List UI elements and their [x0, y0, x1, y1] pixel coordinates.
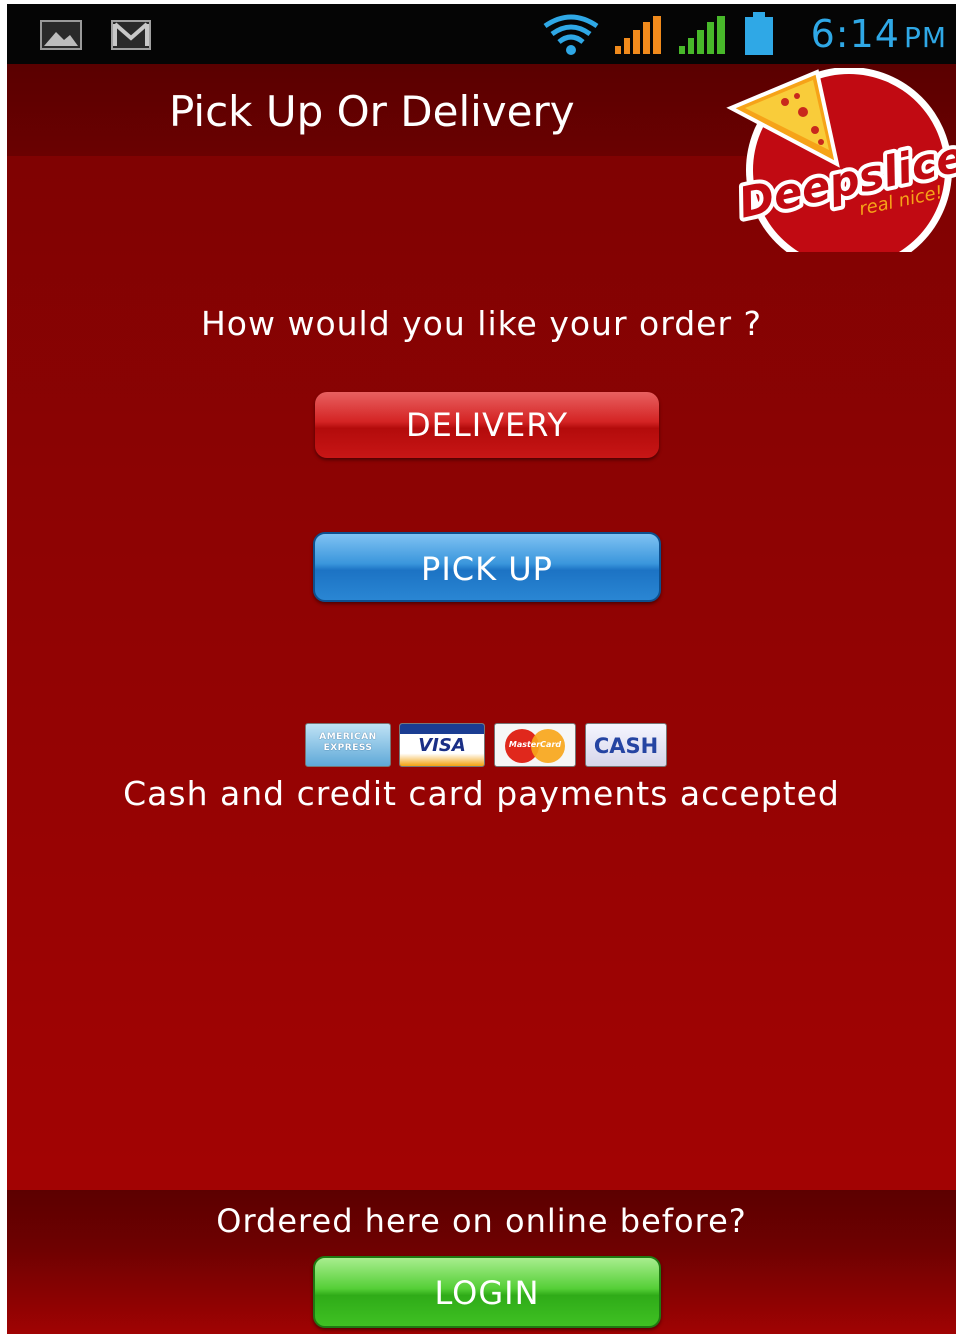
- payment-info-text: Cash and credit card payments accepted: [123, 774, 840, 813]
- login-prompt: Ordered here on online before?: [216, 1202, 747, 1240]
- gmail-icon: [111, 20, 151, 50]
- page-title: Pick Up Or Delivery: [169, 87, 575, 136]
- battery-icon: [745, 12, 773, 55]
- status-bar: 6:14 PM: [7, 4, 956, 64]
- amex-card-icon: AMERICAN EXPRESS: [305, 723, 391, 767]
- deepslice-logo: Deepslice Deepslice real nice!: [726, 68, 956, 252]
- pickup-button[interactable]: PICK UP: [313, 532, 661, 602]
- cash-icon: CASH: [585, 723, 667, 767]
- app-screen: 6:14 PM Pick Up Or Delivery Deepslice Dee…: [7, 4, 956, 1334]
- order-question: How would you like your order ?: [200, 304, 763, 343]
- signal-green-icon: [679, 16, 725, 54]
- mastercard-icon: MasterCard: [494, 723, 576, 767]
- status-time-ampm: PM: [903, 21, 947, 54]
- status-time-value: 6:14: [810, 12, 900, 56]
- wifi-icon: [543, 14, 599, 55]
- gallery-icon: [40, 20, 82, 50]
- visa-card-icon: VISA: [399, 723, 485, 767]
- signal-orange-icon: [615, 16, 661, 54]
- login-button[interactable]: LOGIN: [313, 1256, 661, 1328]
- status-time: 6:14 PM: [811, 9, 947, 63]
- cash-label: CASH: [593, 734, 659, 758]
- amex-line2: EXPRESS: [323, 743, 373, 753]
- amex-line1: AMERICAN: [319, 732, 377, 742]
- delivery-button[interactable]: DELIVERY: [315, 392, 659, 458]
- mastercard-label: MasterCard: [508, 740, 562, 749]
- visa-label: VISA: [418, 735, 466, 756]
